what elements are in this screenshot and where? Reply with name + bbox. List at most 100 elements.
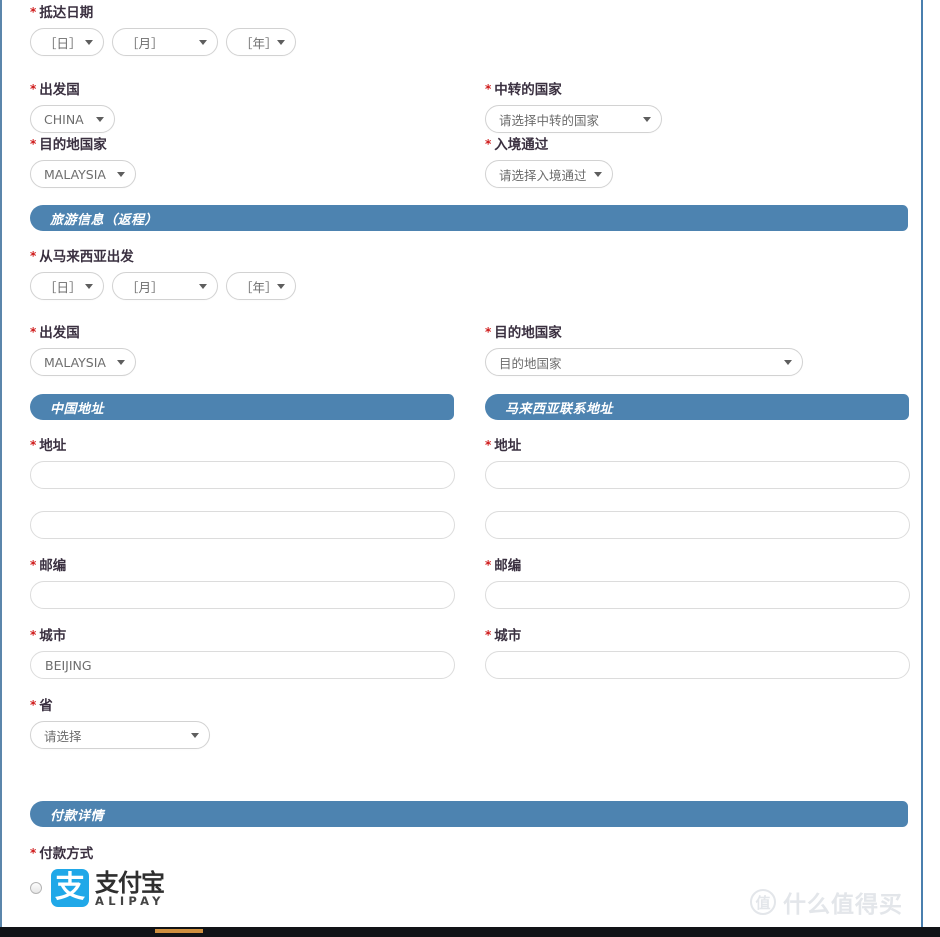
- transit-country-label: * 中转的国家: [485, 82, 562, 98]
- chevron-down-icon: [199, 40, 207, 45]
- required-asterisk: *: [30, 82, 37, 96]
- return-destination-country-value: 目的地国家: [499, 355, 562, 371]
- required-asterisk: *: [30, 249, 37, 263]
- return-departure-country-group: * 出发国 MALAYSIA: [30, 324, 136, 376]
- china-postcode-group: * 邮编: [30, 557, 455, 609]
- transit-country-group: * 中转的国家 请选择中转的国家: [485, 81, 662, 133]
- malaysia-postcode-label: * 邮编: [485, 558, 522, 574]
- required-asterisk: *: [30, 698, 37, 712]
- return-month-select[interactable]: ［月］: [112, 272, 218, 300]
- destination-country-value: MALAYSIA: [44, 166, 106, 182]
- return-destination-country-select[interactable]: 目的地国家: [485, 348, 803, 376]
- arrival-date-label: * 抵达日期: [30, 5, 94, 21]
- arrival-year-select[interactable]: ［年］: [226, 28, 296, 56]
- payment-section-header: 付款详情: [30, 801, 908, 827]
- transit-country-select[interactable]: 请选择中转的国家: [485, 105, 662, 133]
- return-departure-country-value: MALAYSIA: [44, 354, 106, 370]
- required-asterisk: *: [485, 438, 492, 452]
- return-departure-country-label: * 出发国: [30, 325, 80, 341]
- return-year-value: ［年］: [240, 279, 278, 295]
- page-bottom-bar: [0, 927, 940, 937]
- required-asterisk: *: [30, 846, 37, 860]
- departure-country-label: * 出发国: [30, 82, 80, 98]
- alipay-radio-button[interactable]: [30, 882, 42, 894]
- arrival-day-select[interactable]: ［日］: [30, 28, 104, 56]
- malaysia-address-group: * 地址: [485, 437, 910, 539]
- chevron-down-icon: [96, 117, 104, 122]
- chevron-down-icon: [85, 40, 93, 45]
- entry-via-group: * 入境通过 请选择入境通过: [485, 136, 613, 188]
- destination-country-select[interactable]: MALAYSIA: [30, 160, 136, 188]
- required-asterisk: *: [30, 558, 37, 572]
- arrival-month-select[interactable]: ［月］: [112, 28, 218, 56]
- malaysia-city-label: * 城市: [485, 628, 522, 644]
- required-asterisk: *: [30, 628, 37, 642]
- arrival-date-selects: ［日］ ［月］ ［年］: [30, 28, 296, 56]
- china-address-group: * 地址: [30, 437, 455, 539]
- return-day-select[interactable]: ［日］: [30, 272, 104, 300]
- transit-country-value: 请选择中转的国家: [499, 112, 600, 128]
- malaysia-address-line1-input[interactable]: [485, 461, 910, 489]
- return-year-select[interactable]: ［年］: [226, 272, 296, 300]
- chevron-down-icon: [277, 40, 285, 45]
- alipay-mark-glyph: 支: [55, 870, 85, 905]
- entry-via-value: 请选择入境通过: [499, 167, 587, 183]
- entry-via-select[interactable]: 请选择入境通过: [485, 160, 613, 188]
- departure-country-group: * 出发国 CHINA: [30, 81, 115, 133]
- payment-option-alipay[interactable]: 支 支付宝 ALIPAY: [30, 869, 165, 907]
- china-address-line1-input[interactable]: [30, 461, 455, 489]
- section-title: 付款详情: [50, 808, 105, 824]
- destination-country-label: * 目的地国家: [30, 137, 107, 153]
- malaysia-city-group: * 城市: [485, 627, 910, 679]
- arrival-year-value: ［年］: [240, 35, 278, 51]
- alipay-mark-icon: 支: [51, 869, 89, 907]
- return-destination-country-label: * 目的地国家: [485, 325, 562, 341]
- arrival-day-value: ［日］: [44, 35, 82, 51]
- return-month-value: ［月］: [126, 279, 164, 295]
- arrival-month-value: ［月］: [126, 35, 164, 51]
- alipay-wordmark: 支付宝 ALIPAY: [95, 869, 165, 907]
- site-watermark: 值 什么值得买: [750, 885, 903, 919]
- arrival-date-group: * 抵达日期 ［日］ ［月］ ［年］: [30, 4, 296, 56]
- chevron-down-icon: [784, 360, 792, 365]
- china-address-label: * 地址: [30, 438, 67, 454]
- china-province-group: * 省 请选择: [30, 697, 210, 749]
- required-asterisk: *: [485, 558, 492, 572]
- required-asterisk: *: [485, 137, 492, 151]
- required-asterisk: *: [485, 628, 492, 642]
- chevron-down-icon: [643, 117, 651, 122]
- return-travel-section-header: 旅游信息（返程）: [30, 205, 908, 231]
- watermark-badge-icon: 值: [750, 889, 776, 915]
- malaysia-address-label: * 地址: [485, 438, 522, 454]
- malaysia-postcode-group: * 邮编: [485, 557, 910, 609]
- chevron-down-icon: [199, 284, 207, 289]
- chevron-down-icon: [191, 733, 199, 738]
- china-postcode-label: * 邮编: [30, 558, 67, 574]
- required-asterisk: *: [30, 438, 37, 452]
- china-city-label: * 城市: [30, 628, 67, 644]
- china-city-input[interactable]: [30, 651, 455, 679]
- china-province-select[interactable]: 请选择: [30, 721, 210, 749]
- china-address-line2-input[interactable]: [30, 511, 455, 539]
- return-departure-country-select[interactable]: MALAYSIA: [30, 348, 136, 376]
- malaysia-address-section-header: 马来西亚联系地址: [485, 394, 909, 420]
- china-postcode-input[interactable]: [30, 581, 455, 609]
- required-asterisk: *: [485, 82, 492, 96]
- return-destination-country-group: * 目的地国家 目的地国家: [485, 324, 803, 376]
- required-asterisk: *: [30, 137, 37, 151]
- visa-application-form: * 抵达日期 ［日］ ［月］ ［年］ * 出发国 CHINA * 目的地国家 M…: [2, 0, 921, 927]
- china-city-group: * 城市: [30, 627, 455, 679]
- departure-country-value: CHINA: [44, 111, 84, 127]
- malaysia-postcode-input[interactable]: [485, 581, 910, 609]
- departure-country-select[interactable]: CHINA: [30, 105, 115, 133]
- malaysia-city-input[interactable]: [485, 651, 910, 679]
- alipay-name-en: ALIPAY: [95, 894, 165, 908]
- page-bottom-accent: [155, 929, 203, 933]
- payment-method-group: * 付款方式 支 支付宝 ALIPAY: [30, 845, 165, 907]
- malaysia-address-line2-input[interactable]: [485, 511, 910, 539]
- chevron-down-icon: [117, 172, 125, 177]
- china-province-value: 请选择: [44, 728, 82, 744]
- alipay-logo[interactable]: 支 支付宝 ALIPAY: [51, 869, 165, 907]
- required-asterisk: *: [485, 325, 492, 339]
- page-right-border: [921, 0, 923, 927]
